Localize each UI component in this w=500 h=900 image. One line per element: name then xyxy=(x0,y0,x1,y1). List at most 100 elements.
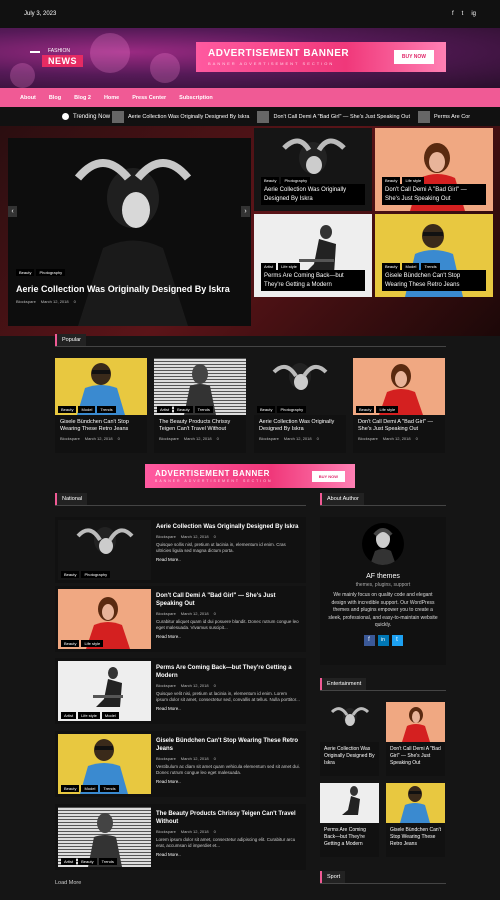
post-title[interactable]: Aerie Collection Was Originally Designed… xyxy=(254,415,346,436)
slider-next-arrow[interactable]: › xyxy=(241,206,250,217)
tag[interactable]: Trends xyxy=(100,785,119,792)
post-comments[interactable]: 0 xyxy=(214,829,216,834)
tag[interactable]: Artist xyxy=(61,712,77,719)
post-comments[interactable]: 0 xyxy=(416,436,418,441)
national-post[interactable]: Beauty Life style Don't Call Demi A "Bad … xyxy=(55,586,306,652)
post-comments[interactable]: 0 xyxy=(214,756,216,761)
hero-grid-post[interactable]: Beauty Model Trends Gisele Bündchen Can't … xyxy=(375,214,493,297)
post-title[interactable]: Aerie Collection Was Originally Designed… xyxy=(156,523,300,531)
tag[interactable]: Beauty xyxy=(356,406,375,413)
nav-item-subscription[interactable]: Subscription xyxy=(179,95,213,101)
post-title[interactable]: Gisele Bündchen Can't Stop Wearing These… xyxy=(55,415,147,436)
tag[interactable]: Life style xyxy=(376,406,399,413)
post-author[interactable]: Blockspare xyxy=(156,829,176,834)
popular-card[interactable]: Beauty Photography Aerie Collection Was O… xyxy=(254,358,346,453)
twitter-icon[interactable]: t xyxy=(391,634,403,646)
tag[interactable]: Trends xyxy=(421,263,440,271)
read-more-link[interactable]: Read More.. xyxy=(156,706,300,711)
nav-item-blog-2[interactable]: Blog 2 xyxy=(74,95,91,101)
post-author[interactable]: Blockspare xyxy=(156,534,176,539)
post-comments[interactable]: 0 xyxy=(214,683,216,688)
post-comments[interactable]: 0 xyxy=(118,436,120,441)
facebook-icon[interactable]: f xyxy=(363,634,375,646)
tag[interactable]: Beauty xyxy=(257,406,276,413)
tag[interactable]: Life style xyxy=(402,177,425,185)
tag[interactable]: Beauty xyxy=(261,177,280,185)
post-comments[interactable]: 0 xyxy=(317,436,319,441)
post-comments[interactable]: 0 xyxy=(214,611,216,616)
hero-grid-post[interactable]: Artist Life style Perms Are Coming Back—b… xyxy=(254,214,372,297)
tag[interactable]: Life style xyxy=(78,712,100,719)
post-title[interactable]: Aerie Collection Was Originally Designed… xyxy=(320,742,379,770)
read-more-link[interactable]: Read More.. xyxy=(156,779,300,784)
read-more-link[interactable]: Read More.. xyxy=(156,852,300,857)
tag[interactable]: Trends xyxy=(98,858,117,865)
tag[interactable]: Beauty xyxy=(16,269,35,276)
twitter-icon[interactable]: t xyxy=(462,11,464,17)
nav-item-about[interactable]: About xyxy=(20,95,36,101)
post-author[interactable]: Blockspare xyxy=(159,436,179,441)
post-author[interactable]: Blockspare xyxy=(60,436,80,441)
tag[interactable]: Photography xyxy=(36,269,66,276)
post-title[interactable]: Aerie Collection Was Originally Designed… xyxy=(261,184,365,205)
trending-item[interactable]: Don't Call Demi A "Bad Girl" — She's Jus… xyxy=(257,110,410,123)
slider-prev-arrow[interactable]: ‹ xyxy=(8,206,17,217)
post-comments[interactable]: 0 xyxy=(217,436,219,441)
tag[interactable]: Photography xyxy=(81,571,111,578)
tag[interactable]: Beauty xyxy=(382,263,401,271)
tag[interactable]: Life style xyxy=(81,640,104,647)
tag[interactable]: Beauty xyxy=(78,858,97,865)
post-title[interactable]: Don't Call Demi A "Bad Girl" — She's Jus… xyxy=(156,592,300,608)
tag[interactable]: Beauty xyxy=(61,785,80,792)
national-post[interactable]: Beauty Photography Aerie Collection Was O… xyxy=(55,517,306,583)
load-more-button[interactable]: Load More xyxy=(55,880,81,886)
popular-card[interactable]: Beauty Life style Don't Call Demi A "Bad … xyxy=(353,358,445,453)
tag[interactable]: Photography xyxy=(281,177,311,185)
entertainment-card[interactable]: Don't Call Demi A "Bad Girl" — She's Jus… xyxy=(386,702,445,776)
ad-buy-button[interactable]: BUY NOW xyxy=(311,470,345,482)
tag[interactable]: Beauty xyxy=(58,406,77,413)
hero-grid-post[interactable]: Beauty Photography Aerie Collection Was O… xyxy=(254,128,372,211)
hero-main-post[interactable]: Beauty Photography Aerie Collection Was … xyxy=(8,138,251,326)
post-title[interactable]: Gisele Bündchen Can't Stop Wearing These… xyxy=(386,823,445,851)
post-author[interactable]: Blockspare xyxy=(358,436,378,441)
post-title[interactable]: The Beauty Products Chrissy Teigen Can't… xyxy=(156,810,300,826)
tag[interactable]: Trends xyxy=(97,406,116,413)
post-comments[interactable]: 0 xyxy=(214,534,216,539)
nav-item-blog[interactable]: Blog xyxy=(49,95,61,101)
tag[interactable]: Beauty xyxy=(382,177,401,185)
site-logo[interactable]: FASHION NEWS xyxy=(30,48,83,70)
popular-card[interactable]: Beauty Model Trends Gisele Bündchen Can't … xyxy=(55,358,147,453)
entertainment-card[interactable]: Gisele Bündchen Can't Stop Wearing These… xyxy=(386,783,445,857)
national-post[interactable]: Beauty Model Trends Gisele Bündchen Can't … xyxy=(55,731,306,797)
entertainment-card[interactable]: Perms Are Coming Back—but They're Gettin… xyxy=(320,783,379,857)
mid-ad-banner[interactable]: ADVERTISEMENT BANNER BANNER ADVERTISEMEN… xyxy=(145,464,355,488)
national-post[interactable]: Artist Life style Model Perms Are Coming B… xyxy=(55,658,306,724)
tag[interactable]: Artist xyxy=(61,858,77,865)
tag[interactable]: Beauty xyxy=(174,406,193,413)
post-author[interactable]: Blockspare xyxy=(259,436,279,441)
post-title[interactable]: Don't Call Demi A "Bad Girl" — She's Jus… xyxy=(382,184,486,205)
post-author[interactable]: Blockspare xyxy=(156,611,176,616)
post-title[interactable]: Gisele Bündchen Can't Stop Wearing These… xyxy=(382,270,486,291)
post-title[interactable]: Don't Call Demi A "Bad Girl" — She's Jus… xyxy=(353,415,445,436)
post-title[interactable]: Perms Are Coming Back—but They're Gettin… xyxy=(156,664,300,680)
facebook-icon[interactable]: f xyxy=(452,11,454,17)
post-author[interactable]: Blockspare xyxy=(16,299,36,304)
post-comments[interactable]: 0 xyxy=(74,299,76,304)
post-title[interactable]: The Beauty Products Chrissy Teigen Can't… xyxy=(154,415,246,436)
post-title[interactable]: Don't Call Demi A "Bad Girl" — She's Jus… xyxy=(386,742,445,770)
trending-item[interactable]: Perms Are Cor xyxy=(418,110,470,123)
tag[interactable]: Model xyxy=(101,712,119,719)
tag[interactable]: Model xyxy=(402,263,420,271)
post-title[interactable]: Perms Are Coming Back—but They're Gettin… xyxy=(261,270,365,291)
post-author[interactable]: Blockspare xyxy=(156,756,176,761)
post-author[interactable]: Blockspare xyxy=(156,683,176,688)
tag[interactable]: Artist xyxy=(261,263,277,271)
tag[interactable]: Photography xyxy=(277,406,307,413)
tag[interactable]: Beauty xyxy=(61,640,80,647)
tag[interactable]: Beauty xyxy=(61,571,80,578)
national-post[interactable]: Artist Beauty Trends The Beauty Products C… xyxy=(55,804,306,870)
tag[interactable]: Model xyxy=(81,785,99,792)
nav-item-press-center[interactable]: Press Center xyxy=(132,95,166,101)
